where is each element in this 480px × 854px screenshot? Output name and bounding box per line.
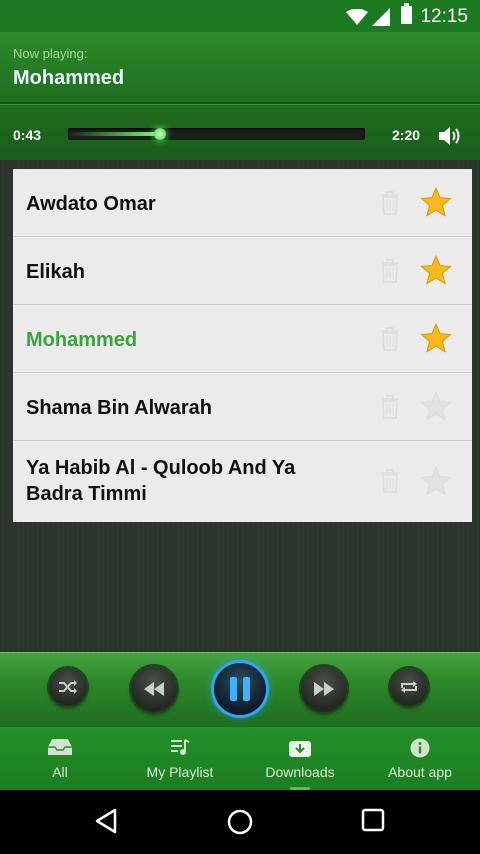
song-list: Awdato Omar Elikah Mohammed Shama Bin Alwar…	[13, 169, 472, 522]
inbox-icon	[48, 739, 72, 755]
star-outline-icon[interactable]	[420, 466, 452, 496]
nav-all[interactable]: All	[0, 727, 120, 790]
seek-bar[interactable]	[68, 128, 365, 140]
download-box-icon	[289, 741, 311, 757]
bottom-navigation: All My Playlist Downloads About app	[0, 727, 480, 790]
repeat-icon	[401, 681, 417, 693]
seek-progress	[68, 132, 161, 136]
playlist-icon	[171, 739, 190, 755]
rewind-button[interactable]	[131, 666, 177, 712]
nav-downloads[interactable]: Downloads	[240, 727, 360, 790]
song-title: Awdato Omar	[26, 193, 156, 215]
system-navigation-bar	[0, 790, 480, 854]
content-area: Awdato Omar Elikah Mohammed Shama Bin Alwar…	[0, 160, 480, 652]
back-icon[interactable]	[94, 808, 118, 834]
nav-about-app-label: About app	[388, 764, 452, 780]
seek-thumb[interactable]	[154, 128, 167, 140]
star-filled-icon[interactable]	[420, 323, 452, 353]
nav-about-app[interactable]: About app	[360, 727, 480, 790]
fast-forward-icon	[314, 682, 334, 696]
wifi-icon	[346, 9, 368, 25]
nav-all-label: All	[52, 764, 68, 780]
pause-button[interactable]	[214, 663, 266, 715]
fast-forward-button[interactable]	[301, 666, 347, 712]
star-filled-icon[interactable]	[420, 187, 452, 217]
recents-icon[interactable]	[361, 808, 385, 832]
song-row[interactable]: Elikah	[13, 237, 472, 305]
pause-icon	[230, 677, 250, 701]
nav-my-playlist-label: My Playlist	[146, 764, 214, 780]
battery-icon	[401, 3, 412, 24]
divider	[0, 102, 480, 104]
song-row[interactable]: Shama Bin Alwarah	[13, 373, 472, 441]
signal-icon	[372, 8, 390, 26]
nav-downloads-label: Downloads	[265, 764, 335, 780]
trash-icon[interactable]	[379, 327, 401, 351]
current-time: 0:43	[13, 127, 42, 143]
status-bar: 12:15	[0, 0, 480, 32]
trash-icon[interactable]	[379, 395, 401, 419]
shuffle-button[interactable]	[49, 668, 87, 706]
song-title: Mohammed	[26, 329, 138, 351]
home-icon[interactable]	[226, 808, 254, 836]
now-playing-header: Now playing: Mohammed 0:43 2:20	[0, 32, 480, 162]
song-row[interactable]: Ya Habib Al - Quloob And Ya Badra Timmi	[13, 441, 472, 522]
rewind-icon	[144, 682, 164, 696]
star-filled-icon[interactable]	[420, 255, 452, 285]
repeat-button[interactable]	[390, 668, 428, 706]
shuffle-icon	[59, 680, 77, 694]
song-title: Ya Habib Al - Quloob And Ya Badra Timmi	[26, 457, 296, 505]
trash-icon[interactable]	[379, 259, 401, 283]
now-playing-label: Now playing:	[13, 46, 88, 61]
info-icon	[410, 738, 430, 758]
song-row[interactable]: Awdato Omar	[13, 169, 472, 237]
song-title: Elikah	[26, 261, 85, 283]
total-time: 2:20	[392, 127, 421, 143]
volume-icon[interactable]	[437, 124, 463, 148]
trash-icon[interactable]	[379, 469, 401, 493]
nav-my-playlist[interactable]: My Playlist	[120, 727, 240, 790]
trash-icon[interactable]	[379, 191, 401, 215]
star-outline-icon[interactable]	[420, 391, 452, 421]
now-playing-title: Mohammed	[13, 67, 125, 89]
song-row[interactable]: Mohammed	[13, 305, 472, 373]
song-title: Shama Bin Alwarah	[26, 397, 212, 419]
player-controls	[0, 652, 480, 728]
status-time: 12:15	[420, 6, 468, 27]
